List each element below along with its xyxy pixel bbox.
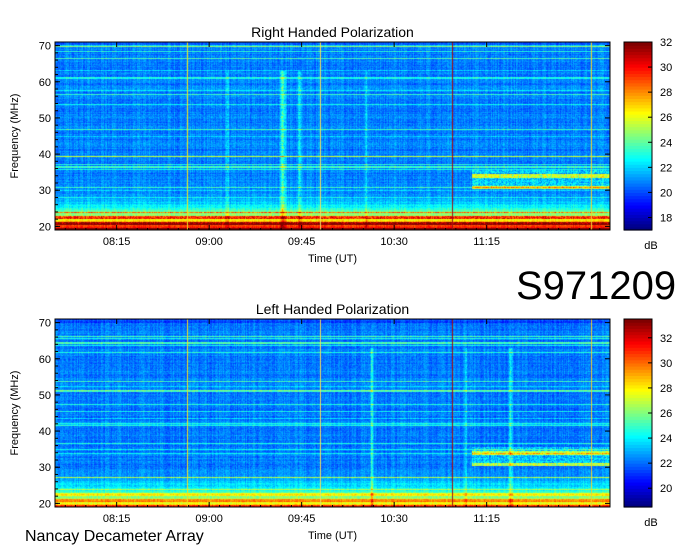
- y-axis-label: Frequency (MHz): [9, 94, 21, 179]
- x-tick-label: 08:15: [103, 513, 131, 525]
- colorbar-tick-label: 24: [660, 137, 672, 149]
- y-tick-label: 60: [39, 354, 51, 366]
- x-tick-label: 10:30: [380, 513, 408, 525]
- chart-title: Left Handed Polarization: [256, 301, 409, 317]
- colorbar-tick-label: 24: [660, 433, 672, 445]
- y-axis-label: Frequency (MHz): [9, 371, 21, 456]
- chart-title: Right Handed Polarization: [251, 24, 414, 40]
- x-tick-label: 09:00: [195, 513, 223, 525]
- colorbar-tick-label: 30: [660, 358, 672, 370]
- panel-left-handed: Left Handed Polarization 20 30 40 50 60 70 08:1…: [9, 301, 672, 542]
- x-axis-label: Time (UT): [308, 530, 357, 542]
- y-tick-label: 60: [39, 77, 51, 89]
- instrument-label: Nancay Decameter Array: [25, 528, 204, 545]
- colorbar-tick-label: 26: [660, 408, 672, 420]
- colorbar-tick-label: 20: [660, 187, 672, 199]
- colorbar-label: dB: [644, 517, 657, 529]
- y-tick-label: 30: [39, 185, 51, 197]
- y-tick-label: 50: [39, 113, 51, 125]
- y-tick-label: 40: [39, 426, 51, 438]
- colorbar-tick-label: 30: [660, 62, 672, 74]
- colorbar-tick-label: 28: [660, 383, 672, 395]
- x-tick-label: 11:15: [473, 236, 500, 248]
- colorbar-segment: [624, 319, 652, 323]
- observation-id: S971209: [516, 264, 677, 308]
- y-tick-label: 70: [39, 318, 51, 330]
- y-tick-label: 50: [39, 390, 51, 402]
- panel-right-handed: Right Handed Polarization 20 30 40 50 60 70 08:…: [9, 24, 672, 265]
- x-axis-label: Time (UT): [308, 253, 357, 265]
- spectrogram-image: [55, 42, 610, 230]
- spectrogram-image: [55, 319, 610, 507]
- colorbar-tick-label: 22: [660, 162, 672, 174]
- colorbar-tick-label: 32: [660, 333, 672, 345]
- y-tick-label: 70: [39, 41, 51, 53]
- colorbar-label: dB: [644, 240, 657, 252]
- x-tick-label: 10:30: [380, 236, 408, 248]
- x-tick-label: 09:00: [195, 236, 223, 248]
- colorbar-tick-label: 32: [660, 37, 672, 49]
- colorbar-tick-label: 28: [660, 87, 672, 99]
- y-tick-label: 40: [39, 149, 51, 161]
- x-tick-label: 09:45: [288, 513, 316, 525]
- colorbar-segment: [624, 42, 652, 46]
- y-tick-label: 20: [39, 221, 51, 233]
- colorbar-tick-label: 18: [660, 212, 672, 224]
- x-tick-label: 08:15: [103, 236, 131, 248]
- colorbar-tick-label: 22: [660, 458, 672, 470]
- colorbar-tick-label: 26: [660, 112, 672, 124]
- y-tick-label: 30: [39, 462, 51, 474]
- x-tick-label: 09:45: [288, 236, 316, 248]
- y-tick-label: 20: [39, 498, 51, 510]
- x-tick-label: 11:15: [473, 513, 500, 525]
- colorbar-tick-label: 20: [660, 483, 672, 495]
